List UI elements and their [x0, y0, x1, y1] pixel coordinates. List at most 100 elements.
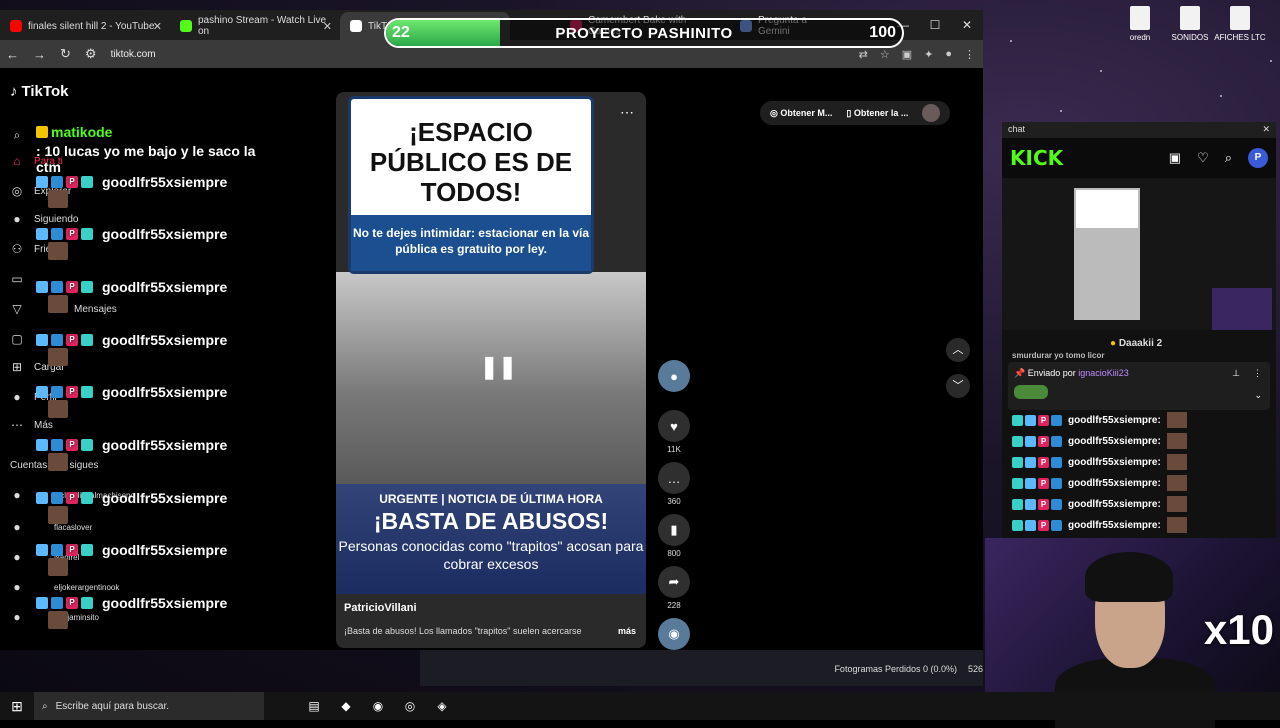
- back-icon[interactable]: ←: [6, 47, 19, 62]
- upload-icon: ⊞: [11, 360, 23, 374]
- chat-emote: [48, 190, 68, 208]
- music-disc[interactable]: ◉: [658, 618, 690, 653]
- menu-kebab-icon[interactable]: ⋮: [964, 48, 975, 61]
- chat-username: goodlfr55xsiempre: [102, 437, 228, 453]
- pause-icon[interactable]: ❚❚: [480, 354, 517, 380]
- translate-icon[interactable]: ⇄: [859, 48, 868, 61]
- app-icon[interactable]: ◈: [428, 695, 456, 717]
- url-field[interactable]: tiktok.com: [111, 49, 156, 60]
- desktop-icon-afiches[interactable]: AFICHES LTC: [1210, 6, 1270, 42]
- profile-avatar-icon[interactable]: ●: [945, 48, 952, 60]
- tiktok-logo[interactable]: ♪ TikTok: [10, 83, 68, 100]
- tab-youtube[interactable]: finales silent hill 2 - YouTube ✕: [0, 12, 170, 40]
- more-icon[interactable]: ⋮: [1253, 368, 1262, 379]
- chat-username: goodlfr55xsiempre:: [1068, 414, 1161, 426]
- user-badge-icon: P: [1038, 519, 1049, 531]
- sidebar-item-siguiendo[interactable]: ● Siguiendo: [10, 212, 78, 226]
- save-button[interactable]: ▮ 800: [658, 514, 690, 558]
- browse-icon[interactable]: ▣: [1169, 150, 1181, 166]
- windows-taskbar: ⊞ ⌕ Escribe aquí para buscar. ▤ ◆ ◉ ◎ ◈: [0, 692, 1280, 720]
- extension-icon[interactable]: ▣: [902, 48, 912, 61]
- user-badge-icon: [81, 386, 93, 398]
- sidebar-item-live[interactable]: ▭: [10, 272, 24, 286]
- bookmark-star-icon[interactable]: ☆: [880, 48, 890, 61]
- close-window-icon[interactable]: ✕: [951, 10, 983, 40]
- music-disc-icon: ◉: [658, 618, 690, 650]
- user-badge-icon: P: [66, 439, 78, 451]
- get-app-bar: ◎ Obtener M... ▯ Obtener la ...: [760, 101, 951, 125]
- kick-chat-line: Pgoodlfr55xsiempre:: [1012, 433, 1187, 449]
- app-icon[interactable]: ◆: [332, 695, 360, 717]
- chevron-down-icon[interactable]: ⌄: [1254, 390, 1262, 401]
- following-account[interactable]: ● eljokerargentinook: [10, 580, 119, 594]
- creator-avatar[interactable]: ●: [658, 360, 690, 395]
- like-button[interactable]: ♥ 11K: [658, 410, 690, 454]
- prev-video-button[interactable]: ︿: [946, 338, 970, 362]
- get-coins-button[interactable]: ◎ Obtener M...: [770, 108, 832, 119]
- tab-kick[interactable]: pashino Stream - Watch Live on ✕: [170, 12, 340, 40]
- forward-icon[interactable]: →: [33, 47, 46, 62]
- coin-icon: ●: [1110, 338, 1119, 349]
- profile-avatar-icon[interactable]: P: [1248, 148, 1268, 168]
- share-button[interactable]: ➦ 228: [658, 566, 690, 610]
- search-icon-wrap[interactable]: ⌕: [10, 128, 24, 143]
- phone-icon: ▯: [846, 107, 854, 118]
- friends-icon: ⚇: [11, 242, 23, 256]
- close-icon[interactable]: ✕: [323, 20, 332, 33]
- heart-icon[interactable]: ♡: [1197, 150, 1209, 166]
- bookmark-icon: ▮: [658, 514, 690, 546]
- heart-icon: ♥: [658, 410, 690, 442]
- taskbar-search[interactable]: ⌕ Escribe aquí para buscar.: [34, 692, 264, 720]
- user-badge-icon: [1051, 435, 1062, 447]
- chat-emote: [48, 558, 68, 576]
- user-badge-icon: [81, 492, 93, 504]
- search-icon[interactable]: ⌕: [1225, 150, 1232, 166]
- more-icon: ⋯: [11, 418, 23, 432]
- next-video-button[interactable]: ﹀: [946, 374, 970, 398]
- close-icon[interactable]: ✕: [1262, 124, 1270, 135]
- file-explorer-icon[interactable]: ▤: [300, 695, 328, 717]
- sidebar-item-actividad[interactable]: ▢: [10, 332, 24, 346]
- user-badge-icon: [1025, 435, 1036, 447]
- sidebar-item-mas[interactable]: ⋯ Más: [10, 418, 53, 432]
- chat-username: goodlfr55xsiempre:: [1068, 477, 1161, 489]
- user-badge-icon: [81, 228, 93, 240]
- close-icon[interactable]: ✕: [153, 20, 162, 33]
- user-badge-icon: [81, 597, 93, 609]
- kick-chat-window: chat ✕ KICK ▣ ♡ ⌕ P ● Daaakii 2 smurdurar…: [1002, 122, 1276, 542]
- user-badge-icon: [1025, 456, 1036, 468]
- windows-start-icon[interactable]: ⊞: [0, 698, 34, 715]
- chat-message: Pgoodlfr55xsiempre: [36, 542, 227, 558]
- pin-toggle-icon[interactable]: ⊥: [1232, 368, 1240, 379]
- video-player[interactable]: ¡ESPACIO PÚBLICO ES DE TODOS! No te deje…: [336, 92, 646, 648]
- caption-more-link[interactable]: más: [618, 626, 636, 636]
- chrome-icon[interactable]: ◉: [364, 695, 392, 717]
- comment-button[interactable]: … 360: [658, 462, 690, 506]
- user-badge-icon: [1012, 519, 1023, 531]
- extensions-puzzle-icon[interactable]: ✦: [924, 48, 933, 61]
- chat-emote: [48, 348, 68, 366]
- chevron-down-icon: ﹀: [952, 380, 964, 392]
- user-badge-icon: [36, 176, 48, 188]
- avatar: ●: [13, 520, 21, 534]
- get-app-button[interactable]: ▯ Obtener la ...: [846, 108, 908, 119]
- site-info-icon[interactable]: ⚙: [85, 46, 97, 62]
- reload-icon[interactable]: ↻: [60, 46, 71, 62]
- chat-message: Pgoodlfr55xsiempre: [36, 279, 227, 295]
- kick-chat-line: Pgoodlfr55xsiempre:: [1012, 475, 1187, 491]
- user-badge-icon: [36, 386, 48, 398]
- maximize-icon[interactable]: ☐: [919, 10, 951, 40]
- crown-badge-icon: [36, 126, 48, 138]
- user-badge-icon: [1025, 414, 1036, 426]
- kick-header: KICK ▣ ♡ ⌕ P: [1002, 138, 1276, 178]
- user-badge-icon: P: [1038, 456, 1049, 468]
- avatar[interactable]: [922, 104, 941, 122]
- browser-window: finales silent hill 2 - YouTube ✕ pashino…: [0, 10, 983, 650]
- kick-logo[interactable]: KICK: [1010, 146, 1063, 170]
- video-author[interactable]: PatricioVillani: [344, 602, 417, 614]
- viewer-info: ● Daaakii 2: [1110, 338, 1163, 349]
- obs-icon[interactable]: ◎: [396, 695, 424, 717]
- live-icon: ▭: [11, 272, 23, 286]
- video-more-icon[interactable]: ⋯: [620, 104, 634, 121]
- user-badge-icon: [1051, 414, 1062, 426]
